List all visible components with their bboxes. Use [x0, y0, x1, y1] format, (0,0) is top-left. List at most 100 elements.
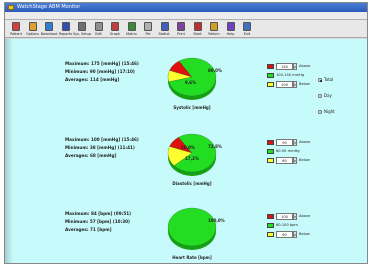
legend-label: Below	[299, 82, 310, 86]
chevron-down-icon[interactable]: ▾	[293, 231, 297, 238]
above-threshold-input[interactable]: 100	[276, 213, 293, 220]
toolbar-button-label: Reports	[58, 32, 72, 36]
window-title: WatchStage ABM Monitor	[17, 4, 81, 10]
toolbar-button-label: Return	[208, 32, 220, 36]
pie-title: Heart Rate [bpm]	[172, 255, 212, 260]
legend-label: Above	[299, 214, 311, 218]
toolbar-button-label: Patient	[10, 32, 22, 36]
legend-label: 100-140 mmHg	[276, 73, 305, 77]
legend-swatch	[267, 82, 274, 87]
legend-swatch	[267, 158, 274, 163]
below-threshold-input[interactable]: 100	[276, 81, 293, 88]
toolbar-button-label: Pie	[145, 32, 151, 36]
radio-label: Night	[324, 109, 335, 114]
options-icon	[28, 22, 37, 31]
radio-button[interactable]	[318, 94, 322, 98]
pie-label-normal: 100,0%	[208, 218, 225, 223]
setup-icon	[78, 22, 86, 31]
toolbar-button-pie[interactable]: Pie	[141, 21, 155, 37]
toolbar-button-edit[interactable]: Edit	[92, 21, 106, 37]
legend-swatch	[267, 64, 274, 69]
menu-bar: FileDownloadOptionsReportsEditHelpLangua…	[5, 12, 367, 28]
radio-button[interactable]	[318, 110, 322, 114]
toolbar-button-label: Exit	[243, 32, 251, 36]
toolbar-button-label: Graph	[109, 32, 121, 36]
app-window: WatchStage ABM Monitor FileDownloadOptio…	[4, 2, 368, 264]
pie-label-below: 17,2%	[185, 156, 199, 161]
download-icon	[45, 22, 53, 31]
toolbar-button-label: Print	[177, 32, 185, 36]
toolbar-button-start[interactable]: Start	[191, 21, 205, 37]
below-threshold-input[interactable]: 60	[276, 157, 293, 164]
radio-label: Total	[324, 77, 334, 82]
matrix-icon	[127, 22, 136, 31]
toolbar-button-return[interactable]: Return	[207, 21, 221, 37]
toolbar-button-label: Sys. Setup	[73, 32, 91, 36]
title-bar: WatchStage ABM Monitor	[5, 3, 367, 12]
chevron-down-icon[interactable]: ▾	[293, 81, 297, 88]
above-threshold-input[interactable]: 140	[276, 63, 293, 70]
legend-above-threshold: 100 ▾ Above	[267, 213, 337, 220]
toolbar-button-label: Edit	[95, 32, 102, 36]
legend-above-threshold: 90 ▾ Above	[267, 139, 337, 146]
print-icon	[177, 22, 185, 31]
legend-normal-range: 60-100 bpm	[267, 222, 337, 229]
toolbar-button-graph[interactable]: Graph	[108, 21, 122, 37]
toolbar-button-options[interactable]: Options	[26, 21, 40, 37]
app-icon	[8, 5, 14, 10]
toolbar-button-label: Start	[193, 32, 202, 36]
legend-label: 60-90 mmHg	[276, 149, 300, 153]
start-icon	[193, 22, 202, 31]
toolbar-button-statist[interactable]: Statist.	[158, 21, 172, 37]
legend-label: 60-100 bpm	[276, 223, 298, 227]
toolbar-button-patient[interactable]: Patient	[9, 21, 23, 37]
legend-label: Below	[299, 158, 310, 162]
chevron-down-icon[interactable]: ▾	[293, 139, 297, 146]
chevron-down-icon[interactable]: ▾	[293, 157, 297, 164]
toolbar-button-sys-setup[interactable]: Sys. Setup	[73, 21, 91, 37]
stats-panel: Maximum: 100 [mmHg] (15:46) Minimum: 38 […	[5, 115, 367, 189]
toolbar-button-label: Download	[40, 32, 58, 36]
legend-below-threshold: 60 ▾ Below	[267, 231, 337, 238]
above-threshold-input[interactable]: 90	[276, 139, 293, 146]
chevron-down-icon[interactable]: ▾	[293, 213, 297, 220]
legend-swatch	[267, 214, 274, 219]
stats-panel: Maximum: 84 [bpm] (09:51) Minimum: 57 [bp…	[5, 189, 367, 263]
toolbar: Patient Options Download Reports Sys. Setup E…	[5, 20, 367, 38]
legend-label: Below	[299, 232, 310, 236]
legend-swatch	[267, 140, 274, 145]
pie-chart-view: Maximum: 175 [mmHg] (15:46) Minimum: 90 […	[5, 39, 367, 263]
pie-label-above: 10,0%	[181, 145, 195, 150]
pie-title: Systolic [mmHg]	[173, 105, 211, 110]
toolbar-button-matrix[interactable]: Matrix	[125, 21, 139, 37]
pie-label-normal: 72,8%	[208, 144, 222, 149]
toolbar-button-label: Matrix	[126, 32, 137, 36]
toolbar-button-print[interactable]: Print	[174, 21, 188, 37]
legend-label: Above	[299, 64, 311, 68]
toolbar-button-label: Options	[25, 32, 40, 36]
graph-icon	[111, 22, 119, 31]
reports-icon	[61, 22, 70, 31]
chevron-down-icon[interactable]: ▾	[293, 63, 297, 70]
toolbar-button-help[interactable]: Help	[224, 21, 238, 37]
legend-label: Above	[299, 140, 311, 144]
pie-label-below: 9,6%	[185, 80, 196, 85]
toolbar-button-download[interactable]: Download	[40, 21, 58, 37]
legend-below-threshold: 60 ▾ Below	[267, 157, 337, 164]
toolbar-button-reports[interactable]: Reports	[59, 21, 73, 37]
toolbar-button-exit[interactable]: Exit	[240, 21, 254, 37]
return-icon	[210, 22, 218, 31]
edit-icon	[94, 22, 103, 31]
legend-swatch	[267, 149, 274, 154]
radio-button[interactable]	[318, 78, 322, 82]
statistics-icon	[160, 22, 169, 31]
below-threshold-input[interactable]: 60	[276, 231, 293, 238]
toolbar-button-label: Help	[226, 32, 235, 36]
legend-above-threshold: 140 ▾ Above	[267, 63, 337, 70]
legend-swatch	[267, 232, 274, 237]
radio-label: Day	[324, 93, 332, 98]
help-icon	[226, 22, 235, 31]
patient-icon	[12, 22, 20, 31]
pie-slice-normal	[167, 207, 217, 247]
pie-title: Diastolic [mmHg]	[172, 181, 212, 186]
